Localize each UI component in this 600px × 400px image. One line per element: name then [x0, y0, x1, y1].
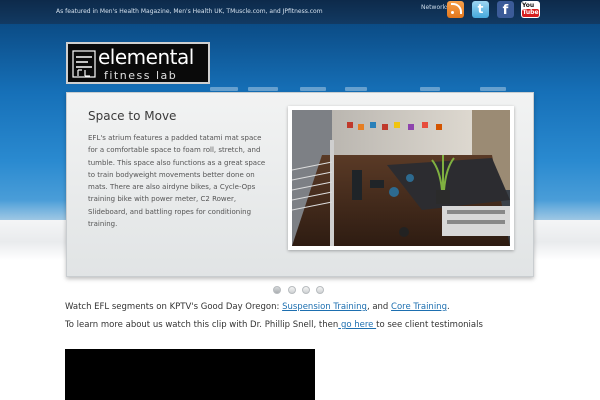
- logo-mark-icon: [72, 50, 96, 78]
- featured-in-text: As featured in Men's Health Magazine, Me…: [56, 8, 323, 15]
- slider-dot-4[interactable]: [316, 286, 324, 294]
- facebook-icon[interactable]: f: [497, 1, 514, 18]
- suspension-training-link[interactable]: Suspension Training: [282, 302, 367, 312]
- gym-photo-illustration: [292, 110, 510, 246]
- slide-photo[interactable]: [292, 110, 510, 246]
- logo-name: elemental: [98, 45, 194, 69]
- slider-dot-3[interactable]: [302, 286, 310, 294]
- testimonials-text: To learn more about us watch this clip w…: [65, 320, 339, 330]
- youtube-you-text: You: [522, 2, 535, 9]
- slide-description: EFL's atrium features a padded tatami ma…: [88, 134, 266, 229]
- youtube-tube-text: Tube: [522, 9, 539, 17]
- nav-item[interactable]: [345, 87, 367, 91]
- youtube-icon[interactable]: You Tube: [521, 1, 540, 18]
- segments-text: Watch EFL segments on KPTV's Good Day Or…: [65, 302, 283, 312]
- nav-item[interactable]: [248, 87, 278, 91]
- nav-item[interactable]: [300, 87, 326, 91]
- segments-paragraph: Watch EFL segments on KPTV's Good Day Or…: [65, 302, 450, 312]
- core-training-link[interactable]: Core Training: [391, 302, 447, 312]
- testimonials-end-text: to see client testimonials: [376, 320, 483, 330]
- nav-item[interactable]: [420, 87, 440, 91]
- nav-item[interactable]: [210, 87, 238, 91]
- slide-title: Space to Move: [88, 109, 177, 123]
- networks-label: Networks: [421, 4, 450, 11]
- rss-icon[interactable]: [447, 1, 464, 18]
- segments-mid-text: , and: [366, 302, 392, 312]
- logo-subtitle: fitness lab: [104, 69, 178, 82]
- site-logo[interactable]: elemental fitness lab: [66, 42, 210, 84]
- slider-dot-1[interactable]: [273, 286, 281, 294]
- segments-end-text: .: [446, 302, 450, 312]
- nav-item[interactable]: [480, 87, 506, 91]
- go-here-link[interactable]: go here: [338, 320, 376, 330]
- slider-dot-2[interactable]: [288, 286, 296, 294]
- twitter-icon[interactable]: t: [472, 1, 489, 18]
- testimonials-paragraph: To learn more about us watch this clip w…: [65, 320, 483, 330]
- video-player[interactable]: [65, 349, 315, 400]
